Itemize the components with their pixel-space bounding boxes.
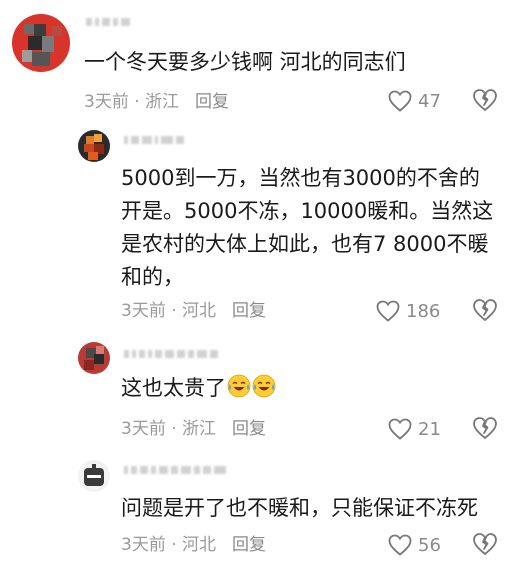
avatar[interactable] — [78, 130, 110, 162]
reply-text-line: 5000到一万，当然也有3000的不舍的 — [121, 166, 480, 190]
dislike-button[interactable] — [472, 532, 498, 558]
location: 浙江 — [145, 92, 180, 112]
heart-icon — [388, 90, 412, 112]
location: 浙江 — [182, 419, 217, 439]
broken-heart-icon — [473, 299, 497, 321]
reply-item: 这也太贵了 3天前 · 浙江 回复 21 — [0, 332, 518, 450]
dislike-button[interactable] — [472, 298, 498, 324]
username-blurred[interactable] — [124, 348, 218, 360]
dislike-button[interactable] — [472, 88, 498, 114]
crying-laughing-emoji-icon — [252, 374, 276, 398]
reply-button[interactable]: 回复 — [195, 92, 229, 112]
reply-text-line: 和的， — [121, 265, 184, 289]
reply-button[interactable]: 回复 — [232, 535, 266, 555]
reply-button[interactable]: 回复 — [232, 301, 266, 321]
like-button[interactable]: 56 — [388, 532, 441, 558]
heart-icon — [388, 418, 412, 440]
reply-text: 这也太贵了 — [121, 372, 276, 405]
username-blurred[interactable] — [124, 134, 184, 146]
avatar[interactable] — [12, 14, 70, 72]
reply-text: 5000到一万，当然也有3000的不舍的 开是。5000不冻，10000暖和。当… — [121, 162, 493, 294]
crying-laughing-emoji-icon — [227, 374, 251, 398]
timestamp: 3天前 — [121, 535, 166, 555]
comment-meta: 3天前 · 浙江 回复 — [84, 92, 230, 112]
comment-meta: 3天前 · 浙江 回复 — [121, 419, 267, 439]
username-blurred[interactable] — [86, 16, 130, 28]
heart-icon — [376, 300, 400, 322]
timestamp: 3天前 — [121, 419, 166, 439]
reply-text-content: 这也太贵了 — [121, 376, 226, 400]
reply-text: 问题是开了也不暖和，只能保证不冻死 — [121, 496, 478, 520]
reply-text-line: 是农村的大体上如此，也有7 8000不暖 — [121, 232, 489, 256]
like-count: 47 — [418, 90, 441, 112]
comment-item: 一个冬天要多少钱啊 河北的同志们 3天前 · 浙江 回复 47 — [0, 0, 518, 120]
like-button[interactable]: 47 — [388, 88, 441, 114]
like-count: 186 — [406, 300, 441, 322]
like-count: 56 — [418, 534, 441, 556]
like-count: 21 — [418, 418, 441, 440]
heart-icon — [388, 534, 412, 556]
reply-item: 问题是开了也不暖和，只能保证不冻死 3天前 · 河北 回复 56 — [0, 450, 518, 571]
dislike-button[interactable] — [472, 416, 498, 442]
reply-button[interactable]: 回复 — [232, 419, 266, 439]
reply-text-line: 开是。5000不冻，10000暖和。当然这 — [121, 199, 494, 223]
like-button[interactable]: 21 — [388, 416, 441, 442]
broken-heart-icon — [473, 417, 497, 439]
avatar[interactable] — [78, 342, 110, 374]
timestamp: 3天前 — [84, 92, 129, 112]
like-button[interactable]: 186 — [376, 298, 440, 324]
avatar[interactable] — [78, 460, 110, 492]
reply-item: 5000到一万，当然也有3000的不舍的 开是。5000不冻，10000暖和。当… — [0, 120, 518, 332]
broken-heart-icon — [473, 533, 497, 555]
broken-heart-icon — [473, 89, 497, 111]
username-blurred[interactable] — [124, 464, 226, 476]
location: 河北 — [182, 301, 217, 321]
timestamp: 3天前 — [121, 301, 166, 321]
comment-meta: 3天前 · 河北 回复 — [121, 535, 267, 555]
location: 河北 — [182, 535, 217, 555]
comment-text: 一个冬天要多少钱啊 河北的同志们 — [84, 50, 406, 74]
comment-meta: 3天前 · 河北 回复 — [121, 301, 267, 321]
